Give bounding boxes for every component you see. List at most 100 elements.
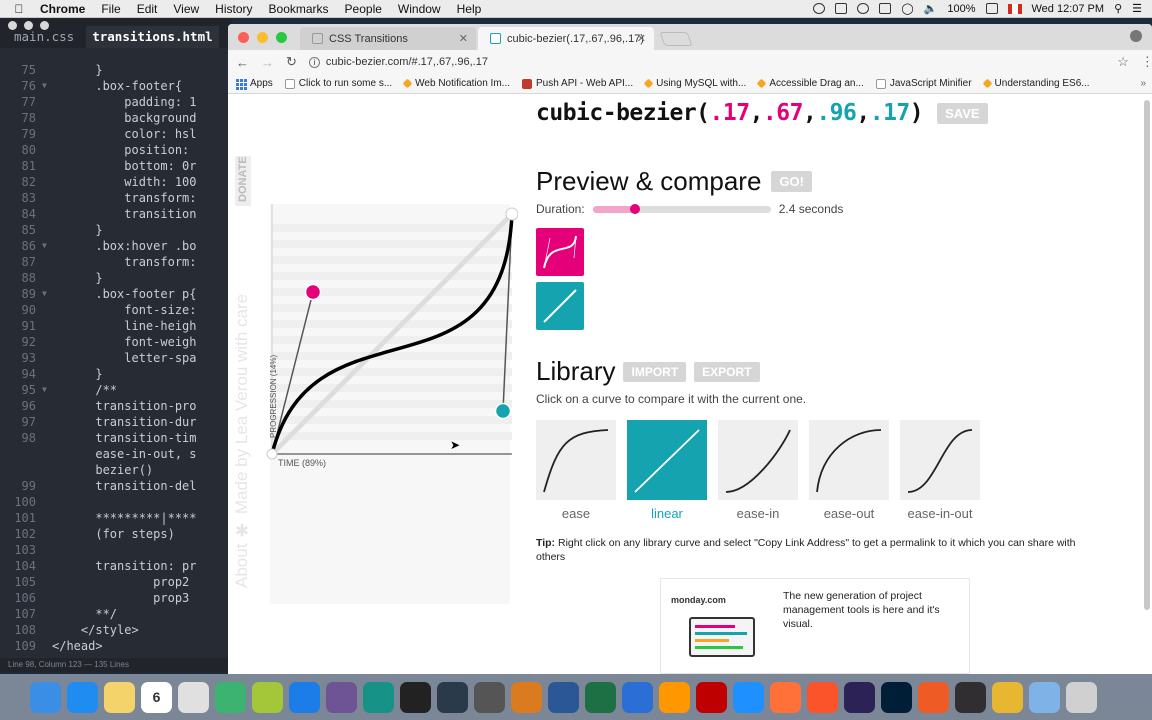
- trash-icon[interactable]: [1066, 681, 1097, 713]
- input-source-flag-icon[interactable]: [1007, 3, 1022, 14]
- code-line[interactable]: 103: [0, 542, 232, 558]
- status-icon-b[interactable]: [835, 3, 848, 14]
- code-text[interactable]: }: [52, 62, 102, 78]
- code-text[interactable]: </style>: [52, 622, 139, 638]
- zoom-dot[interactable]: [40, 21, 49, 30]
- photoshop-icon[interactable]: [881, 681, 912, 713]
- code-line[interactable]: 88 }: [0, 270, 232, 286]
- fold-arrow-icon[interactable]: ▼: [42, 238, 52, 254]
- fold-arrow-icon[interactable]: ▼: [42, 78, 52, 94]
- code-text[interactable]: bottom: 0r: [52, 158, 196, 174]
- code-line[interactable]: 87 transform:: [0, 254, 232, 270]
- code-line[interactable]: 97 transition-dur: [0, 414, 232, 430]
- code-line[interactable]: 80 position:: [0, 142, 232, 158]
- fold-arrow-icon[interactable]: [42, 430, 52, 446]
- fold-arrow-icon[interactable]: [42, 270, 52, 286]
- brave-icon[interactable]: [807, 681, 838, 713]
- control-point-2[interactable]: [494, 402, 512, 420]
- android-studio-icon[interactable]: [252, 681, 283, 713]
- library-thumbnail[interactable]: [809, 420, 889, 500]
- code-text[interactable]: position:: [52, 142, 189, 158]
- menu-file[interactable]: File: [101, 2, 120, 16]
- battery-icon[interactable]: [985, 3, 998, 14]
- clock[interactable]: Wed 12:07 PM: [1032, 3, 1105, 15]
- notification-center-icon[interactable]: ☰: [1132, 2, 1142, 15]
- fold-arrow-icon[interactable]: [42, 590, 52, 606]
- status-icon-a[interactable]: [813, 3, 826, 14]
- code-line[interactable]: 75 }: [0, 62, 232, 78]
- library-item-ease-in-out[interactable]: ease-in-out: [900, 420, 980, 521]
- code-text[interactable]: .box-footer{: [52, 78, 182, 94]
- go-button[interactable]: GO!: [771, 171, 812, 192]
- code-line[interactable]: 84 transition: [0, 206, 232, 222]
- code-line[interactable]: 82 width: 100: [0, 174, 232, 190]
- code-text[interactable]: transition-del: [52, 478, 196, 494]
- preview-current-curve[interactable]: [536, 228, 584, 276]
- code-line[interactable]: 95 ▼ /**: [0, 382, 232, 398]
- fold-arrow-icon[interactable]: [42, 510, 52, 526]
- bookmark-item[interactable]: Push API - Web API...: [522, 78, 633, 89]
- library-item-ease[interactable]: ease: [536, 420, 616, 521]
- back-icon[interactable]: ←: [236, 55, 249, 70]
- calculator-icon[interactable]: [474, 681, 505, 713]
- code-line[interactable]: 77 padding: 1: [0, 94, 232, 110]
- code-line[interactable]: 86 ▼ .box:hover .bo: [0, 238, 232, 254]
- code-text[interactable]: transition: pr: [52, 558, 196, 574]
- obs-icon[interactable]: [955, 681, 986, 713]
- code-text[interactable]: .box-footer p{: [52, 286, 196, 302]
- code-line[interactable]: 104 transition: pr: [0, 558, 232, 574]
- code-line[interactable]: 79 color: hsl: [0, 126, 232, 142]
- tab-css-transitions[interactable]: CSS Transitions ✕: [300, 27, 476, 50]
- excel-icon[interactable]: [585, 681, 616, 713]
- menu-history[interactable]: History: [215, 2, 252, 16]
- save-button[interactable]: SAVE: [937, 102, 988, 124]
- fold-arrow-icon[interactable]: [42, 398, 52, 414]
- menu-view[interactable]: View: [173, 2, 199, 16]
- code-line[interactable]: 93 letter-spa: [0, 350, 232, 366]
- downloads-icon[interactable]: [1029, 681, 1060, 713]
- menu-bookmarks[interactable]: Bookmarks: [269, 2, 329, 16]
- apple-icon[interactable]: : [8, 2, 30, 16]
- battery-percent[interactable]: 100%: [947, 3, 975, 15]
- code-text[interactable]: transition-pro: [52, 398, 196, 414]
- minimize-window-button[interactable]: [257, 32, 268, 43]
- close-dot[interactable]: [8, 21, 17, 30]
- fold-arrow-icon[interactable]: [42, 638, 52, 654]
- more-bookmarks-icon[interactable]: »: [1140, 78, 1152, 89]
- fold-arrow-icon[interactable]: [42, 574, 52, 590]
- preview-compare-curve[interactable]: [536, 282, 584, 330]
- export-button[interactable]: EXPORT: [694, 361, 760, 382]
- app-store-icon[interactable]: [67, 681, 98, 713]
- code-text[interactable]: transform:: [52, 254, 196, 270]
- code-text[interactable]: prop3: [52, 590, 189, 606]
- fold-arrow-icon[interactable]: [42, 222, 52, 238]
- leaf-icon[interactable]: [215, 681, 246, 713]
- library-thumbnail[interactable]: [627, 420, 707, 500]
- donate-button[interactable]: DONATE: [235, 156, 251, 206]
- fold-arrow-icon[interactable]: [42, 142, 52, 158]
- code-line[interactable]: 107 **/: [0, 606, 232, 622]
- fold-arrow-icon[interactable]: [42, 526, 52, 542]
- xcode-icon[interactable]: [289, 681, 320, 713]
- sequel-pro-icon[interactable]: [511, 681, 542, 713]
- fold-arrow-icon[interactable]: [42, 350, 52, 366]
- code-line[interactable]: 109 </head>: [0, 638, 232, 654]
- code-text[interactable]: width: 100: [52, 174, 196, 190]
- code-line[interactable]: bezier(): [0, 462, 232, 478]
- calendar-icon[interactable]: 6: [141, 681, 172, 713]
- code-text[interactable]: /**: [52, 382, 117, 398]
- code-text[interactable]: color: hsl: [52, 126, 196, 142]
- code-text[interactable]: prop2: [52, 574, 189, 590]
- code-text[interactable]: font-size:: [52, 302, 196, 318]
- spotlight-icon[interactable]: ⚲: [1114, 2, 1122, 15]
- code-text[interactable]: *********|****: [52, 510, 196, 526]
- code-line[interactable]: 105 prop2: [0, 574, 232, 590]
- firefox-icon[interactable]: [770, 681, 801, 713]
- code-text[interactable]: background: [52, 110, 196, 126]
- fold-arrow-icon[interactable]: [42, 606, 52, 622]
- code-text[interactable]: padding: 1: [52, 94, 196, 110]
- code-line[interactable]: 90 font-size:: [0, 302, 232, 318]
- url-text[interactable]: cubic-bezier.com/#.17,.67,.96,.17: [326, 56, 488, 68]
- new-tab-button[interactable]: [659, 32, 693, 46]
- code-line[interactable]: 96 transition-pro: [0, 398, 232, 414]
